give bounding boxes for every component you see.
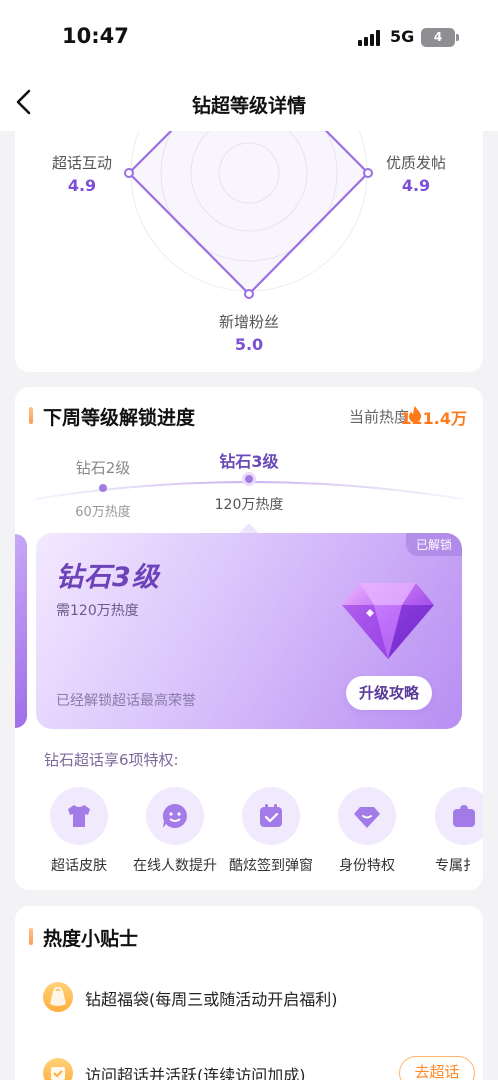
level-card-requirement: 需120万热度 [56,603,139,619]
diamond-icon [354,807,380,828]
privilege-item[interactable]: 酷炫签到弹窗 [221,787,321,875]
current-heat-value: 121.4万 [400,409,467,428]
shirt-icon [68,805,90,827]
radar-polygon [127,131,370,296]
level-dot [99,484,107,492]
privilege-item[interactable]: 超话皮肤 [29,787,129,875]
level-progress-card: 下周等级解锁进度 当前热度 121.4万 钻石2级 60万热度 钻石3级 120… [15,387,483,890]
upgrade-guide-button[interactable]: 升级攻略 [346,676,432,710]
privilege-label: 身份特权 [339,858,395,874]
battery-icon: 4 [421,28,459,47]
tip-row: 访问超话并活跃(连续访问加成) 去超话 [43,1056,475,1080]
go-supertopic-button[interactable]: 去超话 [399,1056,475,1080]
level-heat-current: 120万热度 [214,497,284,513]
calendar-check-icon [260,804,282,827]
page-title: 钻超等级详情 [191,95,306,117]
nav-bar: 钻超等级详情 [0,75,498,131]
network-type: 5G [390,27,415,46]
radar-value-posts: 4.9 [401,176,431,195]
tip-text: 访问超话并活跃(连续访问加成) [85,1066,306,1080]
privilege-label: 专属扌 [435,858,477,874]
radar-label-fans: 新增粉丝 [218,313,279,331]
privilege-icon-button[interactable] [435,787,483,845]
privilege-label: 酷炫签到弹窗 [229,858,313,874]
level-heat: 60万热度 [75,505,131,520]
level-card-title: 钻石3级 [56,562,160,593]
heat-tips-card: 热度小贴士 钻超福袋(每周三或随活动开启福利) 访问超话并活跃(连续访问加成) … [15,906,483,1080]
radar-value-interaction: 4.9 [67,176,97,195]
unlocked-badge: 已解锁 [405,533,462,556]
privilege-icon-button[interactable] [146,787,204,845]
section-title: 下周等级解锁进度 [43,407,196,429]
privilege-icon-button[interactable] [338,787,396,845]
radar-point [363,168,373,178]
radar-label-interaction: 超话互动 [51,154,112,172]
badge-icon [453,805,475,827]
privileges-title: 钻石超话享6项特权: [44,751,179,769]
level-card-honor: 已经解锁超话最高荣誉 [56,693,196,709]
radar-value-fans: 5.0 [234,335,264,354]
lucky-bag-icon [43,982,73,1012]
smile-icon [162,803,187,828]
accent-bar [29,928,33,945]
tip-row: 钻超福袋(每周三或随活动开启福利) [43,980,463,1014]
level-name: 钻石2级 [75,459,131,477]
accent-bar [29,407,33,424]
status-bar: 10:47 5G 4 [0,0,498,75]
privilege-label: 超话皮肤 [51,858,107,874]
privilege-item[interactable]: 专属扌 [413,787,483,875]
privilege-icon-button[interactable] [50,787,108,845]
level-name-current: 钻石3级 [219,452,279,471]
radar-point [244,289,254,299]
radar-point [124,168,134,178]
prev-level-card[interactable] [15,534,27,728]
privilege-icon-button[interactable] [242,787,300,845]
diamond-icon [342,583,434,659]
radar-card: 超话互动 4.9 优质发帖 4.9 新增粉丝 5.0 [15,131,483,372]
calendar-check-icon [43,1058,73,1080]
level-card[interactable]: 已解锁 钻石3级 需120万热度 已经解锁超话最高荣誉 升级攻略 [36,533,462,729]
radar-label-posts: 优质发帖 [385,154,446,172]
section-title: 热度小贴士 [43,928,139,950]
signal-icon [358,30,382,46]
tip-text: 钻超福袋(每周三或随活动开启福利) [85,990,338,1009]
privilege-label: 在线人数提升 [133,858,217,874]
privilege-item[interactable]: 在线人数提升 [125,787,225,875]
privilege-item[interactable]: 身份特权 [317,787,417,875]
status-time: 10:47 [62,24,129,48]
